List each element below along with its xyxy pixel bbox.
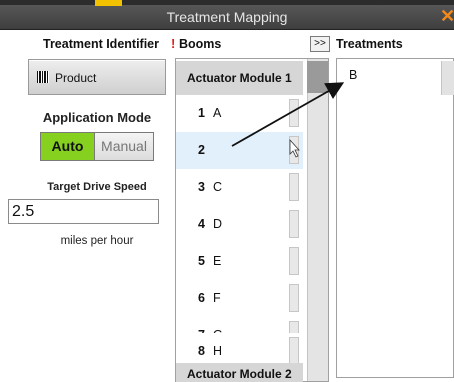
warning-icon: ! xyxy=(171,36,176,51)
boom-row[interactable]: 1A xyxy=(176,95,303,132)
treatments-heading: Treatments xyxy=(336,37,403,51)
title-bar: Treatment Mapping ✕ xyxy=(0,0,454,30)
treatment-mapping-window: Treatment Mapping ✕ Treatment Identifier… xyxy=(0,0,454,382)
boom-row[interactable]: 3C xyxy=(176,169,303,206)
product-button[interactable]: Product xyxy=(28,59,166,95)
drag-handle[interactable] xyxy=(289,99,299,127)
boom-row[interactable]: 4D xyxy=(176,206,303,243)
booms-scrollbar-track[interactable] xyxy=(307,59,328,381)
drag-handle[interactable] xyxy=(289,210,299,238)
booms-scrollbar-thumb[interactable] xyxy=(307,61,328,93)
drag-handle[interactable] xyxy=(289,136,299,164)
boom-row[interactable]: 5E xyxy=(176,243,303,280)
boom-row-selected[interactable]: 2 xyxy=(176,132,303,169)
boom-treatment: E xyxy=(213,254,222,268)
expand-button[interactable]: >> xyxy=(310,36,330,52)
treatment-item[interactable]: B xyxy=(349,68,357,82)
application-mode-toggle: Auto Manual xyxy=(40,132,154,161)
drag-handle[interactable] xyxy=(289,247,299,275)
target-drive-speed-label: Target Drive Speed xyxy=(47,181,147,193)
boom-treatment: D xyxy=(213,217,223,231)
application-mode-label: Application Mode xyxy=(42,110,152,125)
treatments-list[interactable]: B xyxy=(336,58,454,378)
target-drive-speed-input[interactable]: 2.5 xyxy=(8,199,159,224)
speed-unit-label: miles per hour xyxy=(60,235,134,247)
drag-handle[interactable] xyxy=(289,284,299,312)
boom-treatment: A xyxy=(213,106,222,120)
tab-accent xyxy=(95,0,122,6)
boom-treatment: H xyxy=(213,344,223,358)
drag-handle[interactable] xyxy=(289,337,299,365)
product-button-label: Product xyxy=(55,71,97,85)
module-header: Actuator Module 2 xyxy=(176,363,303,382)
boom-treatment: C xyxy=(213,180,223,194)
manual-mode-button[interactable]: Manual xyxy=(95,133,153,160)
barcode-icon xyxy=(37,71,49,83)
treatments-scrollbar[interactable] xyxy=(441,61,454,95)
window-title: Treatment Mapping xyxy=(166,9,288,25)
top-stripe xyxy=(0,0,454,5)
close-icon[interactable]: ✕ xyxy=(440,6,454,27)
booms-heading: Booms xyxy=(179,37,222,51)
treatment-identifier-heading: Treatment Identifier xyxy=(43,37,159,51)
boom-row[interactable]: 6F xyxy=(176,280,303,317)
drag-handle[interactable] xyxy=(289,173,299,201)
boom-treatment: F xyxy=(213,291,221,305)
module-header: Actuator Module 1 xyxy=(176,61,303,95)
auto-mode-button[interactable]: Auto xyxy=(41,133,95,160)
